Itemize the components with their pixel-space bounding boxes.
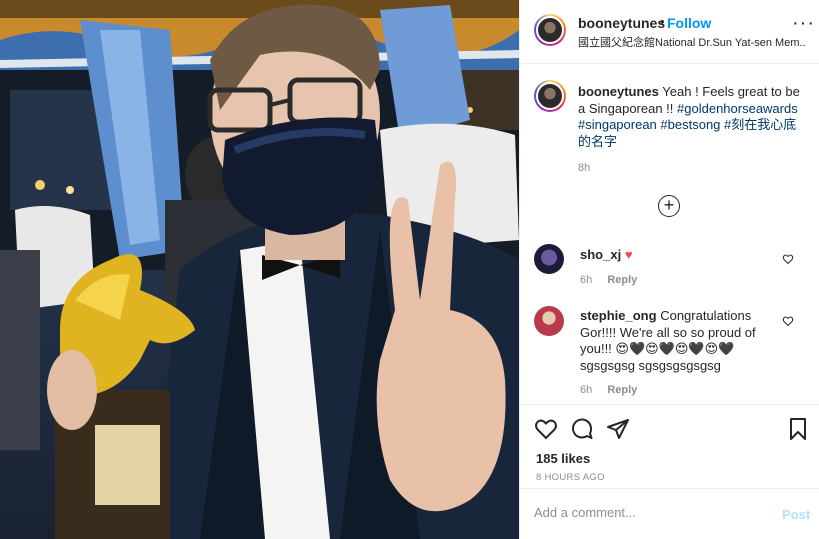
photo-illustration (0, 0, 519, 539)
caption-username[interactable]: booneytunes (578, 84, 659, 99)
comment-meta: 6h Reply (580, 274, 637, 286)
likes-count[interactable]: 185 likes (536, 451, 590, 466)
plus-circle-icon[interactable]: + (658, 195, 680, 217)
comment-time: 6h (580, 274, 593, 286)
comment-text: stephie_ong Congratulations Gor!!!! We'r… (580, 308, 780, 374)
post-comment-button[interactable]: Post (782, 507, 810, 522)
author-username[interactable]: booneytunes (578, 15, 665, 31)
comment-composer: Post (520, 488, 819, 539)
commenter-username[interactable]: stephie_ong (580, 308, 657, 323)
comment-text: sho_xj ♥ (580, 247, 780, 264)
caption-time: 8h (578, 162, 591, 174)
follow-button[interactable]: Follow (667, 15, 711, 31)
hashtag[interactable]: #bestsong (660, 117, 720, 132)
location-link[interactable]: 國立國父紀念館National Dr.Sun Yat-sen Mem... (578, 34, 806, 50)
post-photo[interactable] (0, 0, 519, 539)
post-caption: booneytunes Yeah ! Feels great to be a S… (578, 84, 806, 150)
comment-icon[interactable] (570, 417, 594, 441)
more-horizontal-icon[interactable]: ··· (792, 12, 815, 35)
comment-meta: 6h Reply (580, 384, 637, 396)
post-header: booneytunes • Follow 國立國父紀念館National Dr.… (520, 0, 819, 64)
commenter-username[interactable]: sho_xj (580, 247, 621, 262)
reply-button[interactable]: Reply (607, 384, 637, 396)
comment-time: 6h (580, 384, 593, 396)
comment-like-heart-icon[interactable] (782, 253, 794, 265)
caption-avatar[interactable] (534, 80, 566, 112)
commenter-avatar[interactable] (534, 306, 564, 336)
heart-emoji: ♥ (624, 247, 633, 262)
author-avatar[interactable] (534, 14, 566, 46)
comment-like-heart-icon[interactable] (782, 315, 794, 327)
send-icon[interactable] (606, 417, 630, 441)
separator-dot: • (660, 14, 665, 29)
add-comment-input[interactable] (534, 505, 764, 520)
commenter-avatar[interactable] (534, 244, 564, 274)
comments-section: booneytunes Yeah ! Feels great to be a S… (520, 64, 819, 404)
bookmark-icon[interactable] (786, 417, 810, 441)
heart-icon[interactable] (534, 417, 558, 441)
post-side-panel: booneytunes • Follow 國立國父紀念館National Dr.… (519, 0, 819, 539)
reply-button[interactable]: Reply (607, 274, 637, 286)
post-timestamp: 8 HOURS AGO (536, 472, 605, 483)
hashtag[interactable]: #goldenhorseawards (677, 101, 798, 116)
hashtag[interactable]: #singaporean (578, 117, 657, 132)
